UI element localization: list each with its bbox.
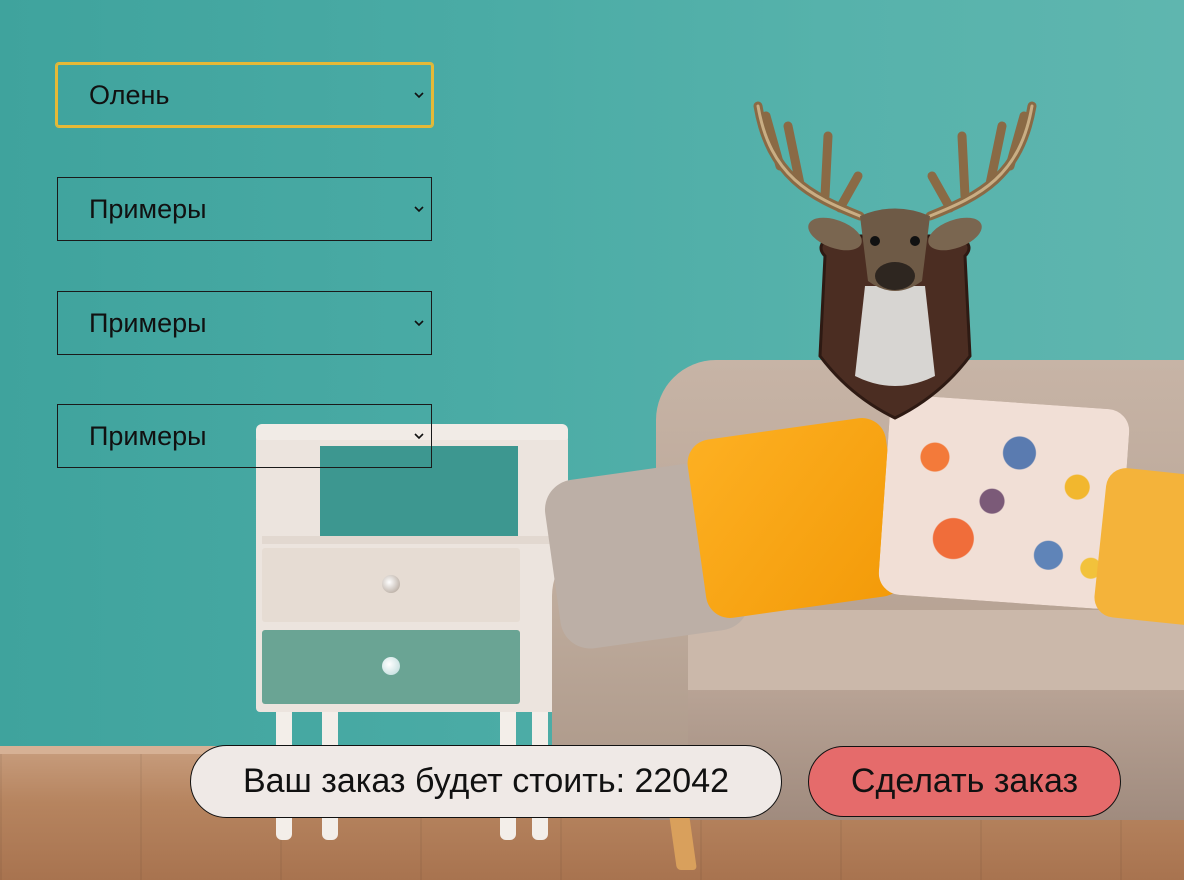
drawer-knob [382,575,400,593]
example-select-2[interactable]: Примеры [57,291,432,355]
order-price: Ваш заказ будет стоить: 22042 [190,745,782,818]
pillow-orange [684,414,908,622]
nightstand-shelf [262,536,558,544]
deer-head-trophy [753,101,1037,420]
chevron-down-icon [414,320,424,327]
chevron-down-icon [414,92,424,99]
animal-select-value: Олень [89,79,170,110]
room-scene: Олень Примеры Примеры Примеры Ваш заказ … [0,0,1184,880]
pillow-yellow [1092,466,1184,628]
chevron-down-icon [414,433,424,440]
nightstand-drawer-bottom [262,630,520,704]
chevron-down-icon [414,206,424,213]
place-order-button[interactable]: Сделать заказ [808,746,1121,817]
example-select-3-value: Примеры [89,420,207,451]
example-select-3[interactable]: Примеры [57,404,432,468]
nightstand-drawer-top [262,548,520,622]
animal-select[interactable]: Олень [56,63,433,127]
drawer-knob [382,657,400,675]
pillow-floral [877,393,1131,611]
example-select-2-value: Примеры [89,307,207,338]
example-select-1[interactable]: Примеры [57,177,432,241]
example-select-1-value: Примеры [89,193,207,224]
